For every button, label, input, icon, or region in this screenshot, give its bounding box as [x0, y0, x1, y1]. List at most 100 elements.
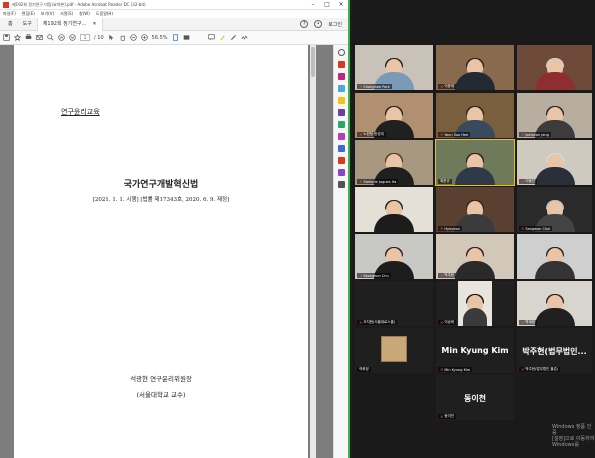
participant-tile[interactable]: ✕ Jaehwan Jang	[517, 93, 592, 138]
participant-tile-active-speaker[interactable]: 최준규	[435, 139, 515, 186]
scrollbar-thumb[interactable]	[311, 47, 315, 77]
mic-muted-icon: ✕	[440, 132, 444, 137]
mic-muted-icon: ✕	[440, 320, 444, 325]
participant-tile[interactable]: ✕ Stefanie Jagues Ha	[355, 140, 433, 185]
sign-icon[interactable]	[240, 34, 248, 41]
tab-bar: 홈 도구 제192회 정기연구... ✕ ? • 로그인	[0, 17, 348, 31]
mic-muted-icon: ✕	[359, 132, 363, 137]
pdf-app-icon	[3, 1, 9, 8]
participant-name: Seongkun Chu	[363, 273, 389, 278]
edit-pdf-icon[interactable]	[337, 73, 345, 80]
help-icon[interactable]: ?	[300, 20, 309, 28]
export-pdf-icon[interactable]	[337, 85, 345, 92]
menu-window[interactable]: 창(W)	[79, 11, 90, 17]
participant-tile[interactable]	[517, 234, 592, 279]
menu-edit[interactable]: 편집(E)	[22, 11, 35, 17]
mic-muted-icon: ✕	[359, 320, 363, 325]
participant-tile[interactable]: ✕ Youn Soo Hee	[436, 93, 514, 138]
participant-display-name: Min Kyung Kim	[441, 345, 509, 355]
participant-tile[interactable]: ✕ 박주현	[436, 234, 514, 279]
bell-icon[interactable]: •	[314, 20, 323, 28]
zoom-tool-icon[interactable]	[337, 49, 345, 56]
participant-tile[interactable]: ✕ 이승혁	[436, 281, 514, 326]
menu-file[interactable]: 파일(F)	[3, 11, 16, 17]
organize-pages-icon[interactable]	[337, 121, 345, 128]
fill-sign-icon[interactable]	[337, 133, 345, 140]
draw-pen-icon[interactable]	[230, 34, 237, 41]
tab-close-icon[interactable]: ✕	[92, 18, 96, 31]
windows-activation-watermark: Windows 정품 인증 [설정]으로 이동하여 Windows를	[552, 424, 595, 448]
save-icon[interactable]	[3, 34, 10, 41]
participant-tile[interactable]: ✕ 오지현(서울대로스쿨)	[355, 281, 433, 326]
participant-tile[interactable]: Min Kyung Kim ✕ Min Kyung Kim	[436, 328, 514, 373]
protect-icon[interactable]	[337, 145, 345, 152]
hand-tool-icon[interactable]	[119, 34, 126, 41]
participant-name: 박세림	[525, 320, 536, 324]
participant-tile[interactable]: 곽희정	[355, 328, 433, 373]
document-area[interactable]: 연구윤리교육 국가연구개발혁신법 [2021. 1. 1. 시행] [법률 제1…	[0, 45, 333, 458]
page-down-icon[interactable]	[69, 34, 76, 41]
participant-name: 노한정 한성대	[363, 132, 384, 136]
redact-icon[interactable]	[337, 169, 345, 176]
select-cursor-icon[interactable]	[108, 34, 115, 41]
comment-icon[interactable]	[207, 34, 215, 41]
print-icon[interactable]	[25, 34, 32, 41]
mic-muted-icon: ✕	[521, 132, 525, 137]
participant-tile[interactable]: ✕ Changhee Park	[355, 45, 433, 90]
pdf-page: 연구윤리교육 국가연구개발혁신법 [2021. 1. 1. 시행] [법률 제1…	[14, 45, 308, 458]
participant-tile[interactable]	[517, 45, 592, 90]
menu-help[interactable]: 도움말(H)	[96, 11, 113, 17]
participant-name: 동이천	[444, 414, 455, 418]
participant-tile[interactable]: ✕ Hyeyeon	[436, 187, 514, 232]
search-icon[interactable]	[47, 34, 54, 41]
title-bar: 제192회 정기연구 미팅(요약본).pdf - Adobe Acrobat R…	[0, 0, 348, 10]
minimize-button[interactable]: –	[306, 0, 320, 10]
mic-muted-icon: ✕	[521, 179, 525, 184]
participant-name: Youn Soo Hee	[444, 132, 469, 137]
participant-tile[interactable]: ✕ 노한정 한성대	[355, 93, 433, 138]
fit-page-icon[interactable]	[172, 34, 179, 41]
comment-tool-icon[interactable]	[337, 97, 345, 104]
mic-muted-icon: ✕	[359, 273, 363, 278]
compress-icon[interactable]	[337, 157, 345, 164]
page-number-input[interactable]: 1	[80, 34, 90, 41]
login-button[interactable]: 로그인	[328, 21, 342, 28]
participant-tile[interactable]: ✕ 이윤재	[436, 45, 514, 90]
maximize-button[interactable]: □	[320, 0, 334, 10]
mic-muted-icon: ✕	[359, 179, 363, 184]
profile-picture	[381, 336, 407, 362]
zoom-out-icon[interactable]	[129, 34, 137, 41]
tab-document[interactable]: 제192회 정기연구... ✕	[36, 17, 103, 31]
participant-tile[interactable]: 동이천 ✕ 동이천	[436, 375, 514, 420]
zoom-in-icon[interactable]	[140, 34, 148, 41]
participant-name: 곽희정	[359, 367, 369, 371]
participant-name: Hyeyeon	[444, 226, 460, 231]
combine-files-icon[interactable]	[337, 109, 345, 116]
create-pdf-icon[interactable]	[337, 61, 345, 68]
highlight-pen-icon[interactable]	[219, 34, 226, 41]
watermark-line-1: Windows 정품 인증	[552, 424, 592, 436]
participant-tile[interactable]	[355, 187, 433, 232]
participant-tile[interactable]: ✕ Seongkun Chu	[355, 234, 433, 279]
right-tools-pane	[333, 45, 348, 458]
mic-muted-icon: ✕	[440, 367, 444, 372]
close-button[interactable]: ✕	[334, 0, 348, 10]
participant-tile[interactable]: 박주현(법무법인... ✕ 박주현(법무법인 율촌)	[517, 328, 592, 373]
participant-name: 이승혁	[444, 320, 455, 324]
vertical-scrollbar[interactable]	[310, 45, 316, 458]
zoom-level-dropdown[interactable]: 56.5%	[152, 35, 168, 41]
participant-tile[interactable]: ✕ 이동진	[517, 140, 592, 185]
menu-sign[interactable]: 서명(S)	[60, 11, 73, 17]
more-tools-icon[interactable]	[337, 181, 345, 188]
tab-tools[interactable]: 도구	[18, 18, 37, 31]
participant-tile[interactable]: ✕ 박세림	[517, 281, 592, 326]
menu-view[interactable]: 보기(V)	[41, 11, 54, 17]
tab-home[interactable]: 홈	[3, 18, 18, 31]
category-heading: 연구윤리교육	[61, 108, 100, 116]
scroll-mode-icon[interactable]	[183, 34, 190, 41]
participant-tile[interactable]: ✕ Sangwon Choi	[517, 187, 592, 232]
page-up-icon[interactable]	[58, 34, 65, 41]
star-icon[interactable]	[13, 33, 22, 42]
participant-name: 이동진	[525, 179, 536, 183]
mail-icon[interactable]	[36, 34, 43, 41]
